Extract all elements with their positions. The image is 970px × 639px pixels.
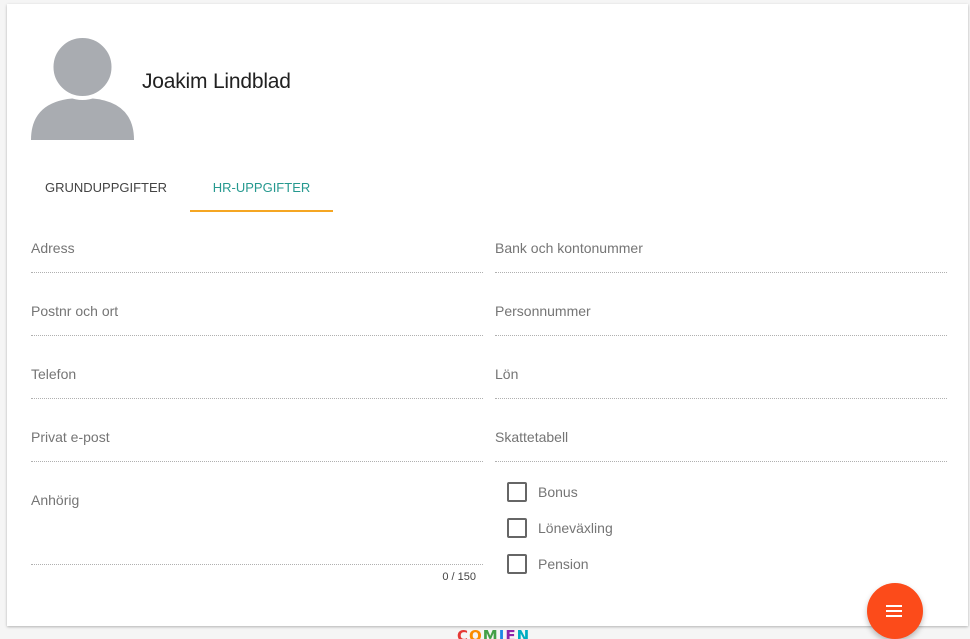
menu-fab-button[interactable] [867, 583, 923, 639]
profile-card: Joakim Lindblad GRUNDUPPGIFTER HR-UPPGIF… [7, 4, 968, 626]
tab-hr-uppgifter[interactable]: HR-UPPGIFTER [190, 169, 333, 211]
avatar [31, 36, 134, 140]
tab-grunduppgifter[interactable]: GRUNDUPPGIFTER [23, 169, 189, 211]
postal-field[interactable]: Postnr och ort [31, 303, 483, 336]
menu-icon [886, 605, 902, 617]
active-tab-indicator [190, 210, 333, 212]
relative-textarea[interactable]: Anhörig [31, 492, 483, 565]
private-email-label: Privat e-post [31, 429, 110, 445]
salary-exchange-checkbox[interactable]: Löneväxling [507, 518, 613, 538]
salary-exchange-label: Löneväxling [538, 520, 613, 536]
address-field[interactable]: Adress [31, 240, 483, 273]
address-label: Adress [31, 240, 75, 256]
char-counter: 0 / 150 [442, 571, 476, 583]
bonus-label: Bonus [538, 484, 578, 500]
private-email-field[interactable]: Privat e-post [31, 429, 483, 462]
profile-name: Joakim Lindblad [142, 70, 291, 93]
brand-logo: COMIEN [457, 627, 531, 639]
bank-account-label: Bank och kontonummer [495, 240, 643, 256]
tax-table-label: Skattetabell [495, 429, 569, 445]
postal-label: Postnr och ort [31, 303, 119, 319]
salary-field[interactable]: Lön [495, 366, 947, 399]
personal-number-label: Personnummer [495, 303, 591, 319]
checkbox-box[interactable] [507, 554, 527, 574]
tax-table-field[interactable]: Skattetabell [495, 429, 947, 462]
phone-label: Telefon [31, 366, 77, 382]
phone-field[interactable]: Telefon [31, 366, 483, 399]
personal-number-field[interactable]: Personnummer [495, 303, 947, 336]
person-icon [31, 36, 134, 140]
relative-label: Anhörig [31, 492, 80, 508]
salary-label: Lön [495, 366, 519, 382]
pension-checkbox[interactable]: Pension [507, 554, 589, 574]
bonus-checkbox[interactable]: Bonus [507, 482, 578, 502]
bank-account-field[interactable]: Bank och kontonummer [495, 240, 947, 273]
pension-label: Pension [538, 556, 589, 572]
checkbox-box[interactable] [507, 482, 527, 502]
checkbox-box[interactable] [507, 518, 527, 538]
